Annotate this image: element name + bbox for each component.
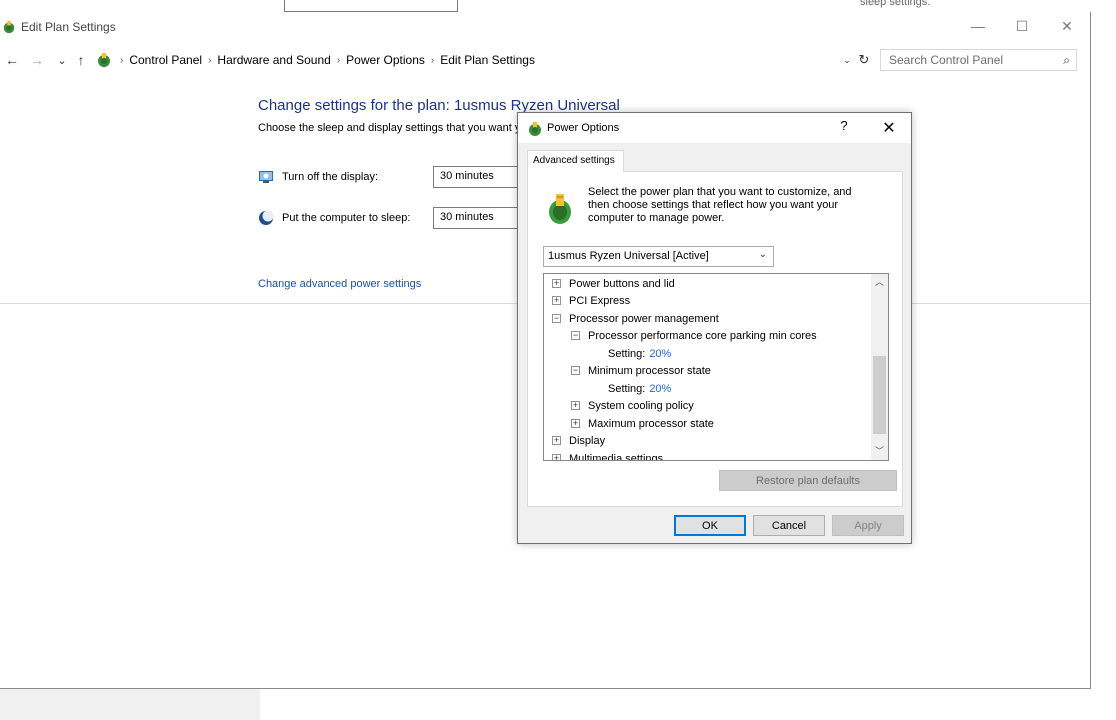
breadcrumb-separator-icon: ›: [336, 54, 341, 66]
restore-plan-defaults-button[interactable]: Restore plan defaults: [719, 470, 897, 491]
up-arrow-icon[interactable]: ↑: [72, 49, 90, 71]
expand-plus-icon[interactable]: +: [552, 436, 561, 445]
tree-item-maximum-processor-state[interactable]: + Maximum processor state: [571, 415, 714, 432]
tree-item-multimedia-settings[interactable]: + Multimedia settings: [552, 450, 664, 461]
tree-item-label: Processor performance core parking min c…: [588, 329, 817, 342]
tree-item-label: Minimum processor state: [588, 364, 711, 377]
sleep-setting-row: Put the computer to sleep: 30 minutes: [258, 206, 523, 230]
breadcrumb-separator-icon: ›: [120, 54, 124, 66]
power-plan-select-value: 1usmus Ryzen Universal [Active]: [548, 250, 709, 262]
expand-plus-icon[interactable]: +: [571, 419, 580, 428]
page-subtitle: Choose the sleep and display settings th…: [258, 122, 520, 134]
expand-plus-icon[interactable]: +: [552, 296, 561, 305]
display-timeout-select[interactable]: 30 minutes: [433, 166, 523, 188]
scroll-up-arrow-icon[interactable]: ︿: [871, 274, 888, 291]
collapse-minus-icon[interactable]: −: [571, 331, 580, 340]
instruction-line: then choose settings that reflect how yo…: [588, 199, 839, 211]
forward-arrow-icon[interactable]: →: [27, 49, 47, 71]
scroll-down-arrow-icon[interactable]: ﹀: [871, 443, 888, 460]
cancel-button[interactable]: Cancel: [753, 515, 825, 536]
tree-item-minimum-processor-state[interactable]: − Minimum processor state: [571, 362, 711, 379]
background-partial-text: sleep settings.: [860, 0, 931, 8]
tree-item-label: Power buttons and lid: [569, 277, 675, 290]
expand-plus-icon[interactable]: +: [571, 401, 580, 410]
title-bar: Edit Plan Settings — ☐ ✕: [0, 12, 1090, 42]
breadcrumb-separator-icon: ›: [430, 54, 435, 66]
dialog-close-button[interactable]: ✕: [876, 118, 902, 138]
recent-locations-chevron-icon[interactable]: ⌄: [55, 49, 69, 71]
help-button[interactable]: ?: [834, 118, 854, 138]
breadcrumb-power-options[interactable]: Power Options: [346, 53, 425, 67]
search-input[interactable]: [889, 53, 1049, 67]
back-arrow-icon[interactable]: ←: [2, 49, 22, 71]
address-row: ← → ⌄ ↑ › Control Panel › Hardware and S…: [0, 49, 1090, 71]
power-options-icon: [529, 122, 541, 136]
control-panel-icon: [98, 53, 110, 67]
display-setting-label: Turn off the display:: [282, 171, 378, 183]
tree-setting-core-parking[interactable]: Setting: 20%: [608, 345, 671, 362]
tab-advanced-settings[interactable]: Advanced settings: [527, 150, 624, 172]
breadcrumb-separator-icon: ›: [208, 54, 212, 66]
tree-item-label: Processor power management: [569, 312, 719, 325]
setting-label: Setting:: [608, 382, 646, 395]
breadcrumb-edit-plan-settings[interactable]: Edit Plan Settings: [440, 53, 535, 67]
scrollbar-thumb[interactable]: [873, 356, 886, 434]
tree-item-power-buttons-and-lid[interactable]: + Power buttons and lid: [552, 275, 675, 292]
tree-setting-minimum-processor-state[interactable]: Setting: 20%: [608, 380, 671, 397]
dialog-title: Power Options: [547, 122, 620, 134]
refresh-icon[interactable]: ↻: [856, 51, 872, 69]
maximize-button[interactable]: ☐: [1002, 12, 1042, 40]
background-combo-box: [284, 0, 458, 12]
setting-value-link[interactable]: 20%: [649, 348, 671, 360]
close-button[interactable]: ✕: [1047, 12, 1087, 40]
tree-item-core-parking-min-cores[interactable]: − Processor performance core parking min…: [571, 327, 817, 344]
window-title: Edit Plan Settings: [21, 20, 116, 34]
expand-plus-icon[interactable]: +: [552, 454, 561, 460]
search-icon[interactable]: ⌕: [1063, 53, 1070, 68]
setting-value-link[interactable]: 20%: [649, 383, 671, 395]
advanced-settings-tree[interactable]: + Power buttons and lid + PCI Express − …: [543, 273, 889, 461]
tree-item-system-cooling-policy[interactable]: + System cooling policy: [571, 397, 694, 414]
ok-button[interactable]: OK: [674, 515, 746, 536]
advanced-settings-panel: Select the power plan that you want to c…: [527, 171, 903, 507]
tree-item-pci-express[interactable]: + PCI Express: [552, 292, 630, 309]
power-plan-icon: [549, 194, 571, 224]
tree-item-processor-power-management[interactable]: − Processor power management: [552, 310, 719, 327]
change-advanced-power-settings-link[interactable]: Change advanced power settings: [258, 278, 421, 290]
instruction-line: Select the power plan that you want to c…: [588, 186, 852, 198]
tree-item-label: System cooling policy: [588, 399, 694, 412]
tree-item-display[interactable]: + Display: [552, 432, 605, 449]
power-options-icon: [3, 20, 15, 34]
instruction-line: computer to manage power.: [588, 212, 725, 224]
address-bar[interactable]: › Control Panel › Hardware and Sound › P…: [96, 49, 873, 71]
minimize-button[interactable]: —: [958, 12, 998, 40]
monitor-icon: [259, 171, 273, 183]
power-plan-select[interactable]: 1usmus Ryzen Universal [Active] ⌄: [543, 246, 774, 267]
tree-item-label: Display: [569, 434, 606, 447]
dialog-title-bar: Power Options ? ✕: [518, 113, 911, 143]
setting-label: Setting:: [608, 347, 646, 360]
power-options-dialog: Power Options ? ✕ Advanced settings Sele…: [517, 112, 912, 544]
sleep-setting-label: Put the computer to sleep:: [282, 212, 411, 224]
tree-scrollbar[interactable]: ︿ ﹀: [871, 274, 888, 460]
sleep-moon-icon: [259, 210, 274, 225]
collapse-minus-icon[interactable]: −: [571, 366, 580, 375]
breadcrumb-hardware-and-sound[interactable]: Hardware and Sound: [217, 53, 330, 67]
sleep-timeout-select[interactable]: 30 minutes: [433, 207, 523, 229]
search-box[interactable]: ⌕: [880, 49, 1077, 71]
collapse-minus-icon[interactable]: −: [552, 314, 561, 323]
apply-button[interactable]: Apply: [832, 515, 904, 536]
background-window-strip: [0, 688, 260, 720]
breadcrumb-control-panel[interactable]: Control Panel: [129, 53, 202, 67]
expand-plus-icon[interactable]: +: [552, 279, 561, 288]
address-dropdown-icon[interactable]: ⌄: [840, 51, 854, 69]
tree-item-label: Multimedia settings: [569, 452, 664, 461]
tree-item-label: PCI Express: [569, 294, 631, 307]
chevron-down-icon: ⌄: [758, 249, 767, 260]
dialog-instructions: Select the power plan that you want to c…: [588, 186, 888, 225]
tree-item-label: Maximum processor state: [588, 417, 714, 430]
display-setting-row: Turn off the display: 30 minutes: [258, 165, 523, 189]
